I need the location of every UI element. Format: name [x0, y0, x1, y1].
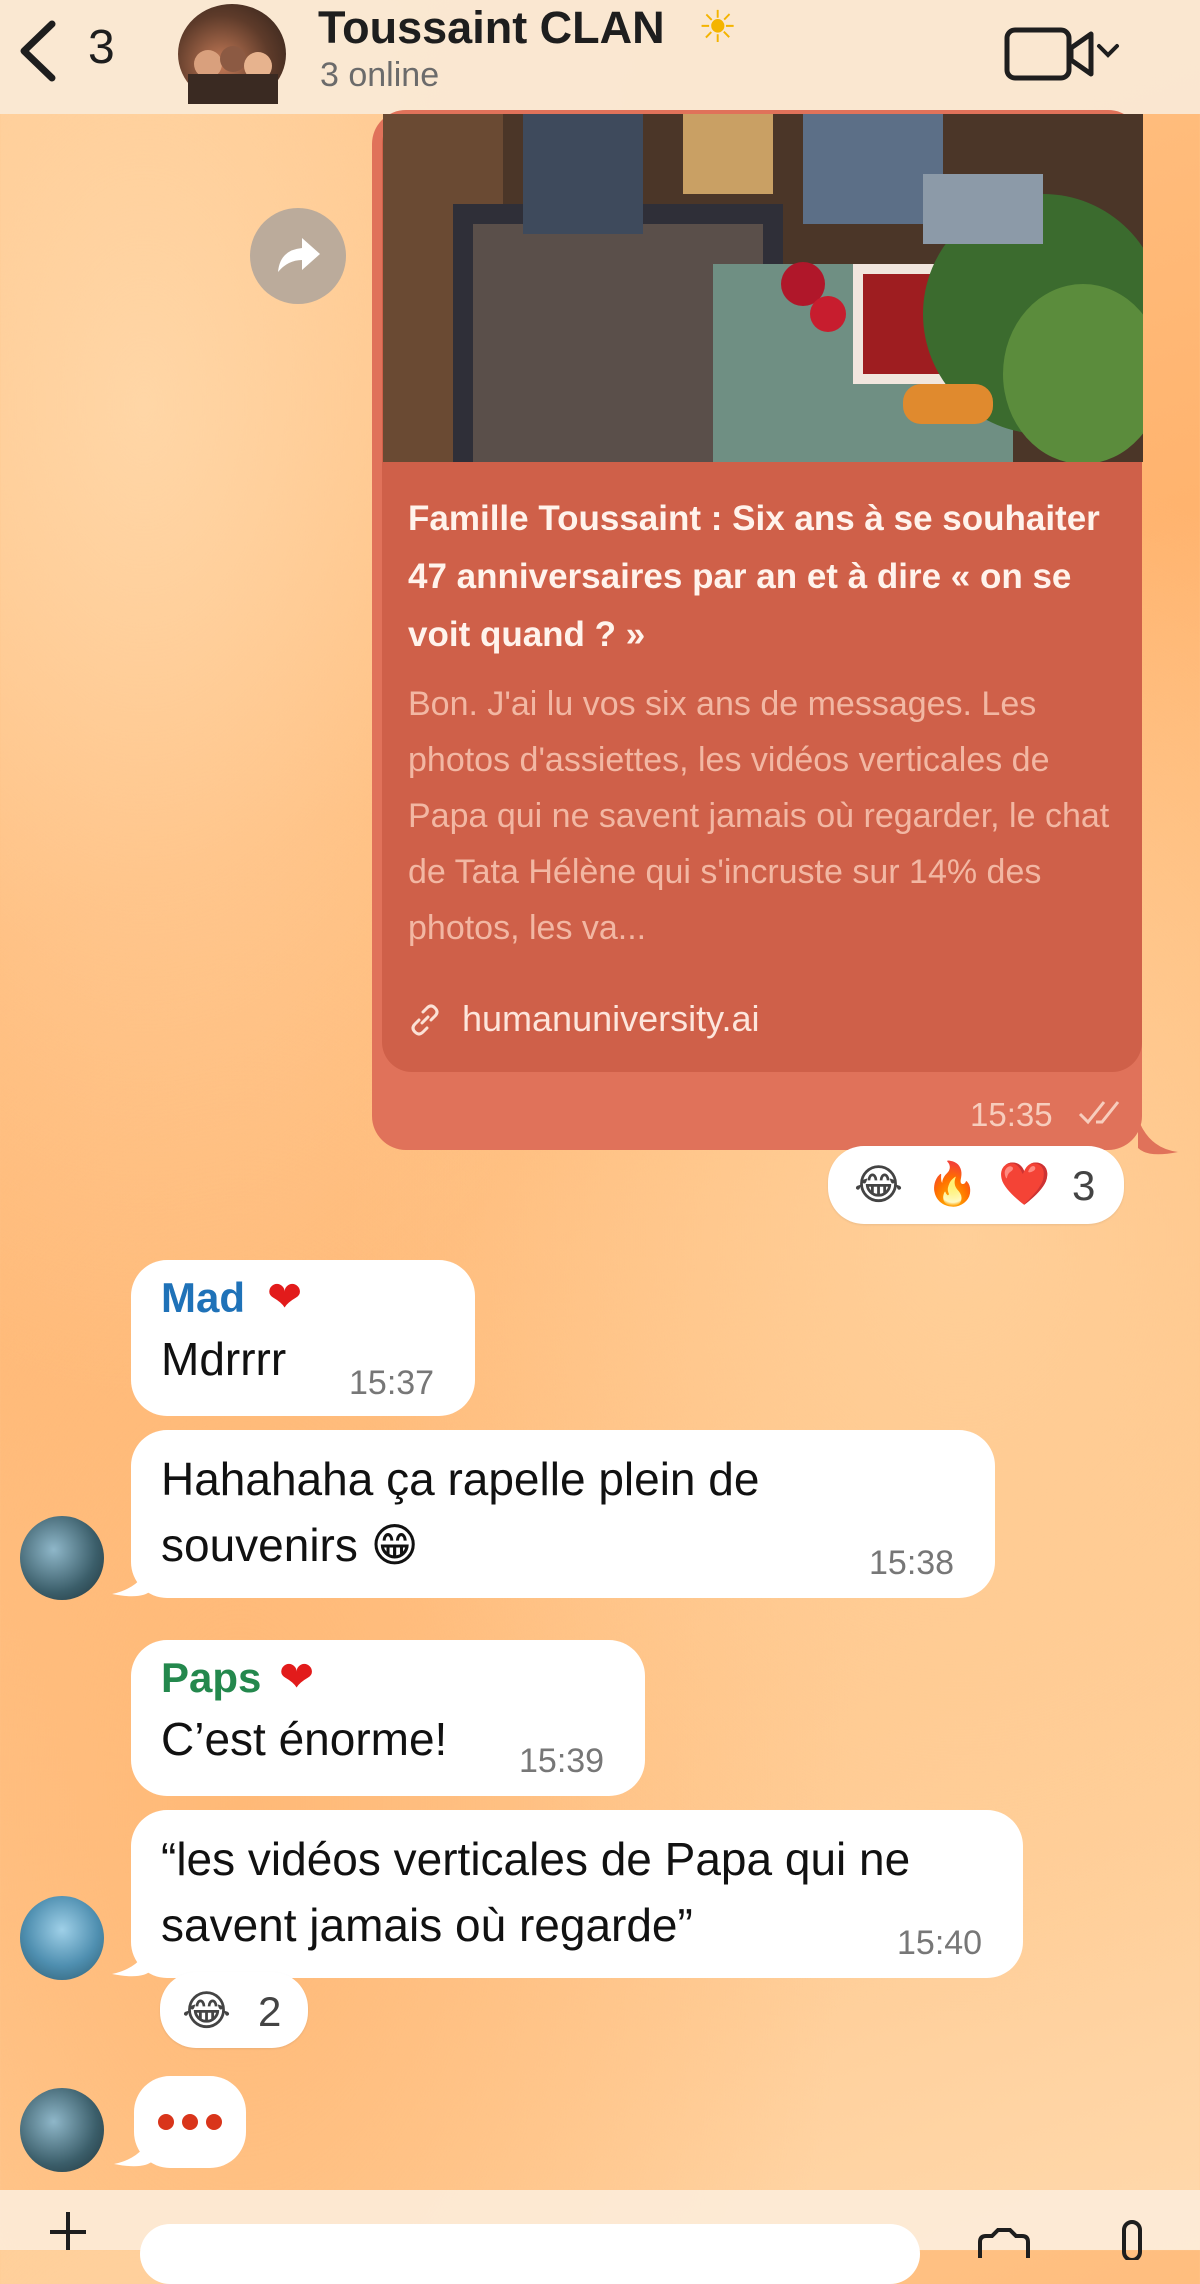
avatar[interactable]	[20, 1516, 104, 1600]
avatar[interactable]	[20, 1896, 104, 1980]
sender-name[interactable]: Mad	[161, 1274, 245, 1322]
online-status: 3 online	[320, 56, 440, 94]
back-chevron-icon[interactable]	[14, 16, 74, 96]
forward-icon	[278, 238, 320, 272]
heart-emoji: ❤	[267, 1273, 303, 1320]
typing-dot	[158, 2114, 174, 2130]
reaction-count: 3	[1072, 1162, 1096, 1209]
message-text: C’est énorme!	[161, 1713, 448, 1765]
chat-title[interactable]: Toussaint CLAN	[318, 2, 665, 54]
reaction-laugh[interactable]: 😂	[854, 1160, 903, 1209]
group-avatar[interactable]	[178, 4, 286, 104]
message-time: 15:35	[970, 1096, 1053, 1133]
composer-bar	[0, 2190, 1200, 2284]
message-text: Mdrrrr	[161, 1333, 287, 1385]
message-input[interactable]	[140, 2224, 920, 2284]
message-text: “les vidéos verticales de Papa qui ne	[161, 1833, 911, 1885]
reactions-bar[interactable]: 😂 🔥 ❤️ 3	[828, 1146, 1124, 1224]
message-text: Hahahaha ça rapelle plein de	[161, 1453, 760, 1505]
unread-count[interactable]: 3	[88, 20, 115, 75]
microphone-icon[interactable]	[1114, 2220, 1150, 2260]
bubble-tail	[114, 2130, 154, 2167]
bubble-tail	[112, 1560, 152, 1597]
typing-dot	[206, 2114, 222, 2130]
message-bubble[interactable]: Mad ❤ Mdrrrr 15:37	[131, 1260, 475, 1416]
camera-icon[interactable]	[974, 2228, 1034, 2258]
message-bubble[interactable]: “les vidéos verticales de Papa qui ne sa…	[131, 1810, 1023, 1978]
message-time: 15:40	[897, 1924, 983, 1962]
bubble-tail	[112, 1940, 152, 1977]
sun-emoji: ☀	[698, 3, 738, 52]
forward-button[interactable]	[250, 208, 346, 304]
message-bubble[interactable]: Paps ❤ C’est énorme! 15:39	[131, 1640, 645, 1796]
message-time: 15:38	[869, 1544, 955, 1582]
link-url[interactable]: humanuniversity.ai	[462, 998, 759, 1040]
heart-emoji: ❤	[279, 1653, 315, 1700]
reactions-bar[interactable]: 😂 2	[160, 1972, 308, 2048]
link-preview-image[interactable]	[383, 114, 1143, 462]
typing-dot	[182, 2114, 198, 2130]
message-time: 15:39	[519, 1742, 605, 1780]
message-time: 15:37	[349, 1364, 435, 1402]
attach-plus-icon[interactable]	[48, 2208, 88, 2250]
reaction-laugh[interactable]: 😂	[182, 1986, 231, 2035]
reaction-count: 2	[258, 1988, 282, 2035]
double-check-icon	[1078, 1098, 1126, 1136]
reaction-fire[interactable]: 🔥	[926, 1160, 978, 1209]
video-call-icon[interactable]	[1003, 22, 1123, 86]
message-bubble[interactable]: Hahahaha ça rapelle plein de souvenirs 😁…	[131, 1430, 995, 1598]
message-text: souvenirs 😁	[161, 1519, 419, 1571]
link-description: Bon. J'ai lu vos six ans de messages. Le…	[408, 685, 1110, 947]
reaction-heart[interactable]: ❤️	[998, 1160, 1050, 1209]
link-title[interactable]: Famille Toussaint : Six ans à se souhait…	[408, 490, 1128, 664]
sender-name[interactable]: Paps	[161, 1654, 261, 1702]
message-text: savent jamais où regarde”	[161, 1899, 693, 1951]
link-icon	[408, 1003, 442, 1045]
avatar[interactable]	[20, 2088, 104, 2172]
bubble-tail	[1138, 1118, 1178, 1155]
